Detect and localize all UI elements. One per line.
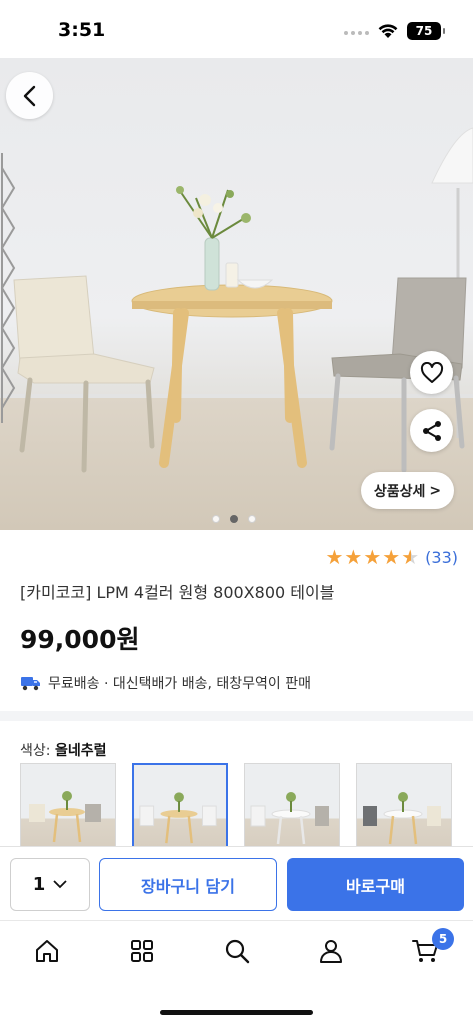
product-price: 99,000원 [20, 625, 140, 654]
star-icon: ★ [382, 545, 401, 569]
pager-dot [212, 515, 220, 523]
battery-icon: 75 [407, 22, 445, 40]
half-star-icon: ★ [401, 545, 420, 569]
color-option-label: 색상: 올네추럴 [20, 740, 106, 760]
review-count[interactable]: (33) [425, 548, 458, 567]
search-tab[interactable] [221, 935, 253, 967]
color-option-prefix: 색상: [20, 743, 55, 759]
share-button[interactable] [410, 409, 453, 452]
status-time: 3:51 [58, 19, 106, 41]
wishlist-button[interactable] [410, 351, 453, 394]
home-indicator [160, 1010, 313, 1015]
signal-icon [344, 31, 369, 35]
chevron-down-icon [53, 880, 67, 889]
home-icon [36, 940, 58, 962]
thumbnail-image [29, 791, 101, 843]
add-to-cart-button[interactable]: 장바구니 담기 [99, 858, 277, 911]
pager-dot-active [230, 515, 238, 523]
category-tab[interactable] [126, 935, 158, 967]
chevron-left-icon [23, 85, 35, 106]
product-detail-label: 상품상세 [373, 483, 426, 500]
cart-count-badge: 5 [432, 928, 454, 950]
wifi-icon [378, 24, 398, 38]
product-photo [0, 127, 473, 473]
star-icon: ★ [363, 545, 382, 569]
thumbnail-image [139, 792, 217, 844]
star-rating: ★ ★ ★ ★ ★ [325, 547, 419, 567]
quantity-value: 1 [32, 874, 46, 895]
color-thumbnail-selected[interactable] [132, 763, 228, 853]
carousel-pager [212, 515, 256, 523]
color-thumbnails [20, 763, 452, 853]
rating-row[interactable]: ★ ★ ★ ★ ★ (33) [325, 547, 458, 567]
color-thumbnail[interactable] [356, 763, 452, 853]
product-title: [카미코코] LPM 4컬러 원형 800X800 테이블 [20, 583, 335, 602]
section-divider [0, 711, 473, 721]
pager-dot [248, 515, 256, 523]
category-grid-icon [131, 940, 153, 962]
heart-icon [420, 361, 443, 383]
purchase-bar: 1 장바구니 담기 바로구매 [0, 846, 473, 920]
back-button[interactable] [6, 72, 53, 119]
status-bar: 3:51 75 [0, 0, 473, 58]
bottom-tab-bar [0, 920, 473, 982]
product-image-carousel[interactable]: 상품상세 > [0, 58, 473, 530]
home-tab[interactable] [31, 935, 63, 967]
profile-icon [320, 940, 342, 963]
search-icon [225, 939, 250, 964]
buy-now-button[interactable]: 바로구매 [287, 858, 464, 911]
star-icon: ★ [344, 545, 363, 569]
thumbnail-image [363, 792, 441, 845]
chevron-right-icon: > [429, 482, 442, 499]
share-icon [422, 420, 441, 441]
color-thumbnail[interactable] [244, 763, 340, 853]
star-icon: ★ [325, 545, 344, 569]
quantity-select[interactable]: 1 [10, 858, 90, 911]
shipping-text: 무료배송 · 대신택배가 배송, 태창무역이 판매 [48, 676, 311, 692]
color-thumbnail[interactable] [20, 763, 116, 853]
shipping-info: 무료배송 · 대신택배가 배송, 태창무역이 판매 [20, 673, 311, 693]
profile-tab[interactable] [315, 935, 347, 967]
color-option-value: 올네추럴 [54, 743, 107, 759]
delivery-truck-icon [21, 677, 40, 691]
product-detail-button[interactable]: 상품상세 > [361, 472, 454, 509]
thumbnail-image [250, 792, 329, 845]
